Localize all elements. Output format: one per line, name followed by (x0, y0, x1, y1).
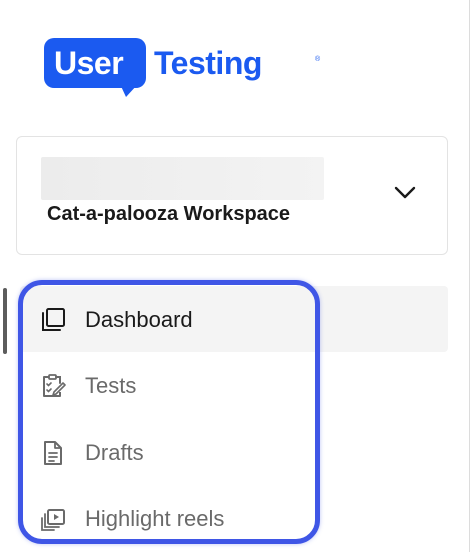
nav-label-drafts: Drafts (85, 440, 144, 465)
redacted-account-name (41, 157, 324, 200)
logo-text-testing: Testing (154, 45, 262, 81)
chevron-down-icon[interactable] (394, 186, 416, 200)
nav-item-dashboard[interactable]: Dashboard (40, 300, 193, 340)
workspace-name: Cat-a-palooza Workspace (47, 203, 291, 225)
nav-label-dashboard: Dashboard (85, 307, 193, 332)
logo-registered-mark: ® (315, 56, 321, 63)
document-icon (40, 438, 70, 468)
logo-text-user: User (54, 45, 124, 81)
logo-bubble-tail (120, 84, 138, 97)
workspace-selector[interactable]: Cat-a-palooza Workspace (16, 136, 448, 255)
dashboard-icon (40, 305, 70, 335)
nav-label-highlight-reels: Highlight reels (85, 506, 225, 531)
nav-item-tests[interactable]: Tests (40, 366, 136, 406)
sidebar: User Testing ® Cat-a-palooza Workspace D… (0, 0, 470, 552)
nav-label-tests: Tests (85, 373, 137, 398)
nav-item-highlight-reels[interactable]: Highlight reels (40, 499, 224, 539)
highlight-reels-icon (40, 504, 70, 534)
nav-item-drafts[interactable]: Drafts (40, 433, 144, 473)
scrollbar-thumb[interactable] (3, 288, 7, 354)
tests-clipboard-icon (40, 371, 70, 401)
